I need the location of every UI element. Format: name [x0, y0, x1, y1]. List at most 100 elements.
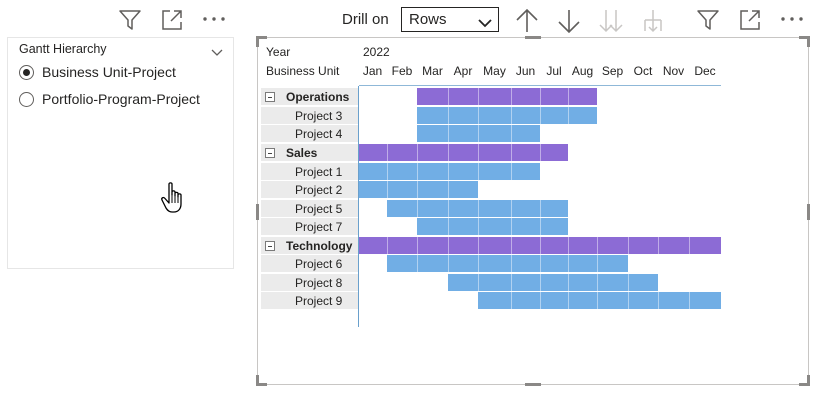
resize-handle-top-right[interactable]: [807, 36, 810, 47]
month-cell-divider: [597, 274, 598, 291]
resize-handle-top[interactable]: [525, 36, 541, 39]
focus-mode-icon[interactable]: [738, 9, 762, 31]
month-cell-divider: [540, 255, 541, 272]
month-cell-divider: [478, 274, 479, 291]
collapse-icon[interactable]: [265, 241, 275, 251]
more-options-icon[interactable]: [780, 16, 804, 22]
month-cell-divider: [511, 107, 512, 124]
gantt-axis-line: [358, 86, 359, 327]
month-cell-divider: [597, 292, 598, 309]
month-cell-divider: [448, 107, 449, 124]
month-label: Oct: [633, 64, 653, 78]
resize-handle-bottom-right[interactable]: [807, 375, 810, 386]
project-label: Project 3: [295, 109, 343, 123]
month-cell-divider: [417, 255, 418, 272]
month-cell-divider: [511, 125, 512, 142]
radio-button[interactable]: [19, 64, 34, 80]
project-gantt-bar[interactable]: [387, 255, 628, 272]
resize-handle-bottom[interactable]: [525, 383, 541, 386]
month-cell-divider: [689, 292, 690, 309]
slicer-option-label: Portfolio-Program-Project: [42, 91, 200, 107]
month-cell-divider: [540, 237, 541, 254]
business-unit-header-label: Business Unit: [266, 64, 340, 78]
month-cell-divider: [417, 144, 418, 161]
focus-mode-icon[interactable]: [160, 9, 184, 31]
month-cell-divider: [568, 255, 569, 272]
month-cell-divider: [387, 163, 388, 180]
group-gantt-bar[interactable]: [417, 88, 597, 105]
month-cell-divider: [417, 237, 418, 254]
month-cell-divider: [417, 200, 418, 217]
project-gantt-bar[interactable]: [358, 181, 478, 198]
drill-on-select[interactable]: Rows: [401, 7, 499, 32]
month-cell-divider: [478, 125, 479, 142]
year-header-label: Year: [266, 45, 291, 59]
month-cell-divider: [568, 88, 569, 105]
drill-down-icon[interactable]: [557, 8, 581, 34]
radio-button[interactable]: [19, 91, 34, 107]
month-cell-divider: [511, 200, 512, 217]
month-cell-divider: [448, 125, 449, 142]
expand-next-level-icon: [599, 8, 623, 34]
month-label: Mar: [422, 64, 443, 78]
resize-handle-left[interactable]: [256, 204, 259, 220]
collapse-icon[interactable]: [265, 92, 275, 102]
month-cell-divider: [658, 292, 659, 309]
project-label: Project 8: [295, 276, 343, 290]
month-cell-divider: [628, 274, 629, 291]
month-cell-divider: [511, 255, 512, 272]
business-unit-label: Operations: [286, 90, 350, 104]
month-cell-divider: [540, 274, 541, 291]
chevron-down-icon[interactable]: [211, 44, 223, 62]
project-gantt-bar[interactable]: [417, 107, 597, 124]
collapse-icon[interactable]: [265, 148, 275, 158]
month-label: Sep: [601, 64, 624, 78]
project-gantt-bar[interactable]: [478, 292, 721, 309]
hand-cursor-icon: [160, 181, 188, 215]
filter-icon[interactable]: [118, 9, 142, 31]
month-cell-divider: [448, 200, 449, 217]
month-cell-divider: [628, 237, 629, 254]
month-cell-divider: [387, 237, 388, 254]
slicer-option-portfolio-program-project[interactable]: Portfolio-Program-Project: [19, 89, 200, 109]
resize-handle-bottom-left[interactable]: [256, 375, 259, 386]
header-divider: [359, 85, 721, 86]
month-cell-divider: [478, 107, 479, 124]
month-label: Dec: [694, 64, 716, 78]
chevron-down-icon: [478, 15, 492, 33]
month-cell-divider: [417, 181, 418, 198]
month-cell-divider: [540, 218, 541, 235]
month-cell-divider: [478, 255, 479, 272]
month-cell-divider: [540, 144, 541, 161]
month-cell-divider: [568, 274, 569, 291]
project-gantt-bar[interactable]: [358, 163, 540, 180]
month-label: Aug: [571, 64, 594, 78]
month-cell-divider: [387, 144, 388, 161]
month-cell-divider: [511, 292, 512, 309]
month-cell-divider: [448, 181, 449, 198]
month-cell-divider: [689, 237, 690, 254]
project-gantt-bar[interactable]: [448, 274, 658, 291]
resize-handle-top-left[interactable]: [256, 36, 259, 47]
month-label: Nov: [662, 64, 685, 78]
resize-handle-right[interactable]: [807, 204, 810, 220]
project-label: Project 2: [295, 183, 343, 197]
more-options-icon[interactable]: [202, 16, 226, 22]
project-label: Project 6: [295, 257, 343, 271]
month-cell-divider: [628, 292, 629, 309]
drill-on-value: Rows: [409, 11, 447, 28]
month-cell-divider: [478, 237, 479, 254]
project-gantt-bar[interactable]: [417, 218, 568, 235]
month-cell-divider: [540, 292, 541, 309]
group-gantt-bar[interactable]: [358, 144, 568, 161]
month-cell-divider: [448, 144, 449, 161]
month-cell-divider: [448, 255, 449, 272]
filter-icon[interactable]: [696, 9, 720, 31]
month-cell-divider: [511, 218, 512, 235]
slicer-option-business-unit-project[interactable]: Business Unit-Project: [19, 62, 176, 82]
drill-up-icon[interactable]: [515, 8, 539, 34]
month-cell-divider: [540, 88, 541, 105]
month-cell-divider: [568, 237, 569, 254]
project-label: Project 5: [295, 202, 343, 216]
slicer-option-label: Business Unit-Project: [42, 64, 176, 80]
